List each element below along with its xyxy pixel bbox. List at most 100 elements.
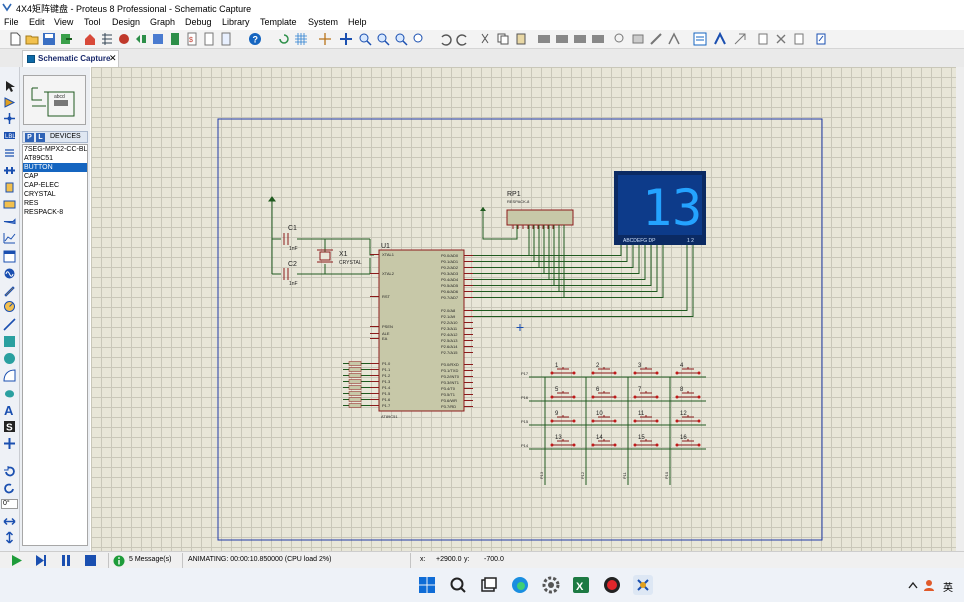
pan-icon[interactable] — [339, 32, 353, 46]
3d-viewer-icon[interactable] — [151, 32, 165, 46]
generator-mode-icon[interactable] — [3, 267, 16, 280]
block-copy-icon[interactable] — [537, 32, 551, 46]
probe-mode-icon[interactable] — [3, 284, 16, 297]
open-folder-icon[interactable] — [25, 32, 39, 46]
rotate-anticlockwise-icon[interactable] — [3, 482, 16, 495]
library-manager-button[interactable]: L — [36, 133, 45, 142]
bookmark-icon[interactable] — [219, 32, 233, 46]
schematic-canvas[interactable]: C1 1nF C2 1nF X1 CRYSTAL RP1 RESPACK-8 1… — [91, 67, 964, 551]
menu-help[interactable]: Help — [348, 17, 367, 27]
block-delete-icon[interactable] — [591, 32, 605, 46]
device-pins-mode-icon[interactable] — [3, 215, 16, 228]
cut-icon[interactable] — [478, 32, 492, 46]
import-icon[interactable] — [59, 32, 73, 46]
wire-label-mode-icon[interactable]: LBL — [3, 129, 16, 142]
tray-chevron-up-icon[interactable] — [908, 581, 918, 589]
new-sheet-icon[interactable] — [756, 32, 770, 46]
recorder-icon[interactable] — [601, 574, 623, 596]
stop-icon[interactable] — [83, 554, 97, 567]
undo-icon[interactable] — [438, 32, 452, 46]
menu-edit[interactable]: Edit — [29, 17, 45, 27]
help-icon[interactable]: ? — [248, 32, 262, 46]
menu-template[interactable]: Template — [260, 17, 297, 27]
zoom-out-icon[interactable] — [376, 32, 390, 46]
proteus-taskbar-icon[interactable] — [632, 574, 654, 596]
marker-mode-icon[interactable] — [3, 437, 16, 450]
text-mode-icon[interactable]: A — [3, 403, 16, 416]
make-device-icon[interactable] — [631, 32, 645, 46]
paste-icon[interactable] — [514, 32, 528, 46]
decompose-icon[interactable] — [667, 32, 681, 46]
rotation-angle-field[interactable]: 0° — [1, 499, 18, 509]
pcb-icon[interactable] — [117, 32, 131, 46]
menu-system[interactable]: System — [308, 17, 338, 27]
arc-mode-icon[interactable] — [3, 369, 16, 382]
bus-mode-icon[interactable] — [3, 164, 16, 177]
messages-count[interactable]: 5 Message(s) — [129, 556, 171, 563]
task-view-icon[interactable] — [478, 574, 500, 596]
settings-gear-icon[interactable] — [540, 574, 562, 596]
grid-icon[interactable] — [294, 32, 308, 46]
vertical-scrollbar[interactable] — [956, 67, 964, 551]
menu-view[interactable]: View — [54, 17, 73, 27]
new-file-icon[interactable] — [8, 32, 22, 46]
instrument-mode-icon[interactable] — [3, 300, 16, 313]
package-tool-icon[interactable] — [649, 32, 663, 46]
netlist-icon[interactable] — [814, 32, 828, 46]
pick-devices-button[interactable]: P — [25, 133, 34, 142]
search-tag-icon[interactable] — [713, 32, 727, 46]
gerber-icon[interactable] — [168, 32, 182, 46]
device-item-res[interactable]: RES — [23, 199, 87, 208]
device-item-cap[interactable]: CAP — [23, 172, 87, 181]
save-icon[interactable] — [42, 32, 56, 46]
circle-mode-icon[interactable] — [3, 352, 16, 365]
refresh-icon[interactable] — [277, 32, 291, 46]
device-item-crystal[interactable]: CRYSTAL — [23, 190, 87, 199]
device-item-at89c51[interactable]: AT89C51 — [23, 154, 87, 163]
component-mode-icon[interactable] — [3, 96, 16, 109]
copy-icon[interactable] — [496, 32, 510, 46]
pick-device-icon[interactable] — [613, 32, 627, 46]
junction-mode-icon[interactable] — [3, 112, 16, 125]
path-mode-icon[interactable] — [3, 386, 16, 399]
zoom-area-icon[interactable] — [412, 32, 426, 46]
property-assign-icon[interactable] — [733, 32, 747, 46]
step-icon[interactable] — [34, 554, 48, 567]
mirror-vertical-icon[interactable] — [3, 531, 16, 544]
zoom-all-icon[interactable] — [394, 32, 408, 46]
design-explorer-icon[interactable] — [134, 32, 148, 46]
box-mode-icon[interactable] — [3, 335, 16, 348]
active-popup-mode-icon[interactable] — [3, 250, 16, 263]
edge-browser-icon[interactable] — [509, 574, 531, 596]
play-icon[interactable] — [10, 554, 24, 567]
bom-icon[interactable]: $ — [185, 32, 199, 46]
menu-file[interactable]: File — [4, 17, 19, 27]
windows-start-icon[interactable] — [416, 574, 438, 596]
origin-icon[interactable] — [318, 32, 332, 46]
device-item-button[interactable]: BUTTON — [23, 163, 87, 172]
menu-tool[interactable]: Tool — [84, 17, 101, 27]
excel-icon[interactable]: X — [570, 574, 592, 596]
graph-mode-icon[interactable] — [3, 232, 16, 245]
menu-library[interactable]: Library — [222, 17, 250, 27]
exit-to-parent-icon[interactable] — [792, 32, 806, 46]
mirror-horizontal-icon[interactable] — [3, 515, 16, 528]
home-icon[interactable] — [83, 32, 97, 46]
zoom-in-icon[interactable] — [358, 32, 372, 46]
tray-user-icon[interactable] — [922, 578, 936, 592]
menu-design[interactable]: Design — [112, 17, 140, 27]
subcircuit-mode-icon[interactable] — [3, 181, 16, 194]
tab-close-icon[interactable]: ✕ — [109, 53, 117, 64]
block-rotate-icon[interactable] — [573, 32, 587, 46]
overview-window[interactable]: abcd — [23, 75, 86, 125]
remove-sheet-icon[interactable] — [774, 32, 788, 46]
info-icon[interactable] — [113, 555, 125, 567]
menu-graph[interactable]: Graph — [150, 17, 175, 27]
menu-debug[interactable]: Debug — [185, 17, 212, 27]
redo-icon[interactable] — [456, 32, 470, 46]
notes-icon[interactable] — [202, 32, 216, 46]
search-icon[interactable] — [447, 574, 469, 596]
symbol-mode-icon[interactable]: S — [3, 420, 16, 433]
pause-icon[interactable] — [59, 554, 73, 567]
block-move-icon[interactable] — [555, 32, 569, 46]
